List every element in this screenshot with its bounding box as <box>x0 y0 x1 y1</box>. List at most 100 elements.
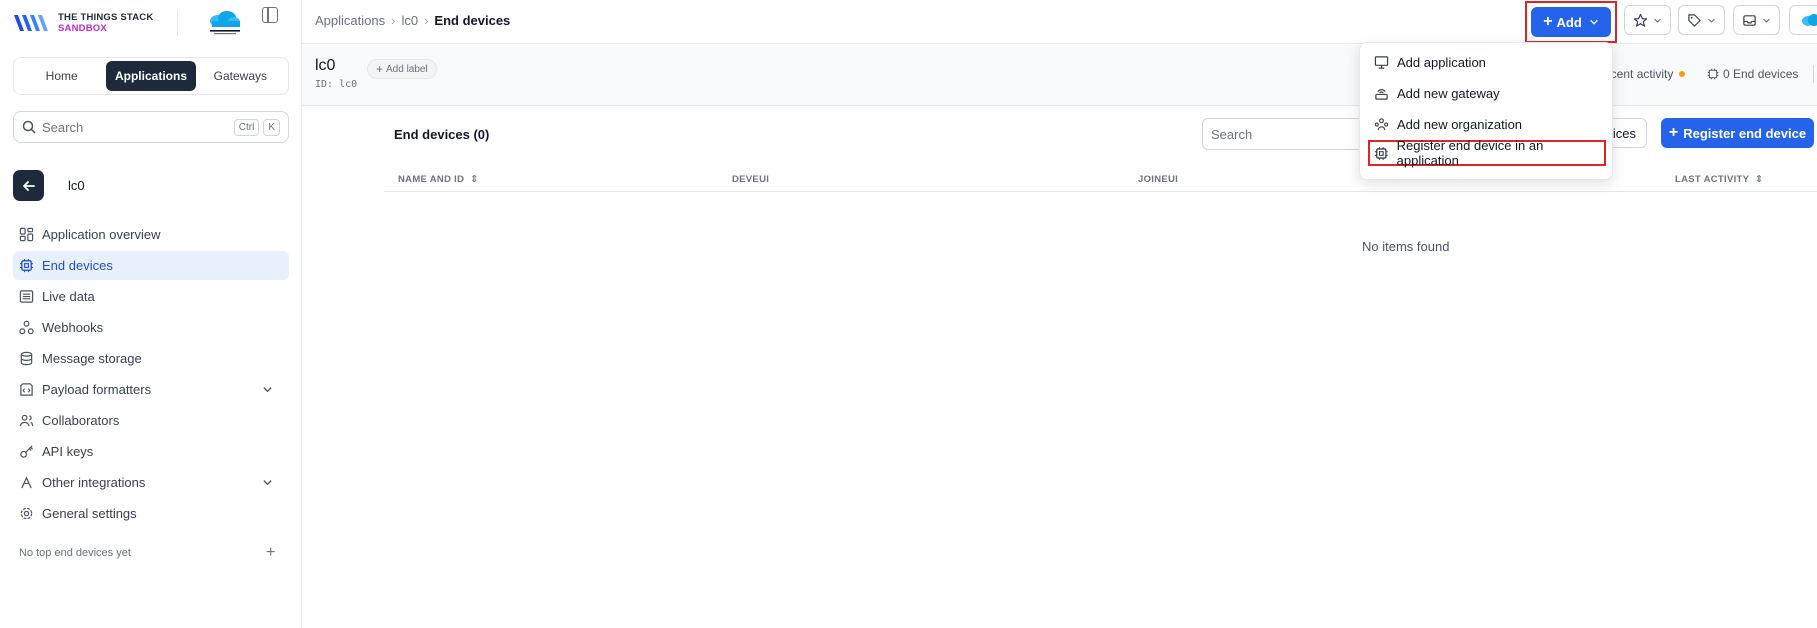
chevron-down-icon <box>1590 19 1598 25</box>
inbox-icon <box>1743 14 1756 26</box>
add-dropdown-menu: Add application Add new gateway Add new … <box>1359 42 1613 180</box>
labels-button[interactable] <box>1678 5 1725 35</box>
top-devices-empty: No top end devices yet <box>19 547 131 559</box>
end-devices-title: End devices (0) <box>394 127 490 142</box>
column-label: JOINEUI <box>1138 174 1179 185</box>
sidebar-nav: Application overview End devices Live da… <box>13 220 289 530</box>
brand-line2: SANDBOX <box>58 23 107 34</box>
chip-icon <box>1374 146 1388 160</box>
things-stack-logo-icon <box>14 15 48 31</box>
sidebar-item-label: General settings <box>42 506 137 521</box>
sidebar-item-label: Live data <box>42 289 95 304</box>
breadcrumb-separator: › <box>391 13 396 28</box>
brand-text: THE THINGS STACK SANDBOX <box>58 12 153 34</box>
sidebar-item-other-integrations[interactable]: Other integrations <box>13 468 289 497</box>
add-label-text: Add label <box>386 63 428 75</box>
sidebar-search-input[interactable] <box>42 119 230 135</box>
section-switcher: Home Applications Gateways <box>13 57 289 95</box>
column-last-activity[interactable]: LAST ACTIVITY ⇕ <box>1675 174 1763 185</box>
sidebar-item-end-devices[interactable]: End devices <box>13 251 289 280</box>
application-title: lc0 <box>315 57 336 74</box>
context-row: lc0 <box>13 170 85 201</box>
sidebar-item-label: Collaborators <box>42 413 120 428</box>
webhook-icon <box>19 320 34 335</box>
tag-icon <box>1688 13 1701 27</box>
menu-item-add-gateway[interactable]: Add new gateway <box>1368 80 1606 106</box>
collapse-sidebar-icon[interactable] <box>262 7 278 23</box>
back-button[interactable] <box>13 170 44 201</box>
recent-activity-label: ecent activity <box>1604 67 1674 81</box>
chevron-down-icon <box>263 387 272 393</box>
register-end-device-label: Register end device <box>1683 125 1807 141</box>
key-icon <box>20 445 34 458</box>
breadcrumb-current: End devices <box>434 13 511 28</box>
search-icon <box>22 120 36 134</box>
breadcrumb-separator: › <box>424 13 429 28</box>
sidebar-item-collaborators[interactable]: Collaborators <box>13 406 289 435</box>
ttn-cloud-logo-icon <box>210 11 240 35</box>
list-icon <box>19 290 34 303</box>
application-icon <box>1374 55 1389 69</box>
sidebar-item-api-keys[interactable]: API keys <box>13 437 289 466</box>
sidebar-item-label: Webhooks <box>42 320 104 335</box>
end-device-count[interactable]: 0 End devices <box>1707 67 1798 81</box>
users-icon <box>19 414 34 427</box>
menu-item-register-end-device[interactable]: Register end device in an application <box>1368 138 1606 168</box>
profile-button[interactable] <box>1789 5 1817 35</box>
logo-divider <box>177 10 178 36</box>
add-button[interactable]: + Add <box>1531 7 1611 37</box>
recent-activity[interactable]: ecent activity <box>1604 67 1686 81</box>
column-label: LAST ACTIVITY <box>1675 174 1750 185</box>
brand-line1: THE THINGS STACK <box>58 12 154 23</box>
breadcrumb-app[interactable]: lc0 <box>401 13 418 28</box>
shortcut-k: K <box>263 118 280 136</box>
sidebar-item-general-settings[interactable]: General settings <box>13 499 289 528</box>
sidebar-item-payload-formatters[interactable]: Payload formatters <box>13 375 289 404</box>
add-top-device-icon[interactable]: + <box>266 544 275 562</box>
inbox-button[interactable] <box>1733 5 1780 35</box>
menu-item-label: Add new organization <box>1397 116 1523 132</box>
sidebar-search[interactable]: Ctrl K <box>13 111 289 143</box>
register-end-device-button[interactable]: + Register end device <box>1661 118 1814 148</box>
sidebar-item-message-storage[interactable]: Message storage <box>13 344 289 373</box>
breadcrumb-applications[interactable]: Applications <box>315 13 385 28</box>
end-device-count-label: 0 End devices <box>1723 67 1799 81</box>
sidebar-item-label: Message storage <box>42 351 142 366</box>
tab-applications[interactable]: Applications <box>106 61 196 91</box>
integration-icon <box>21 476 32 489</box>
arrow-left-icon <box>22 180 35 191</box>
end-devices-search-placeholder: Search <box>1211 126 1253 142</box>
plus-icon: + <box>1543 13 1553 30</box>
sidebar-item-webhooks[interactable]: Webhooks <box>13 313 289 342</box>
sidebar-item-label: Other integrations <box>42 475 146 490</box>
chevron-down-icon <box>1708 18 1715 23</box>
menu-item-label: Add new gateway <box>1397 85 1500 101</box>
breadcrumb: Applications › lc0 › End devices <box>315 13 510 28</box>
add-label-button[interactable]: + Add label <box>367 59 437 79</box>
brand: THE THINGS STACK SANDBOX <box>12 8 292 38</box>
code-icon <box>20 383 33 396</box>
column-deveui: DEVEUI <box>732 174 769 185</box>
gear-icon <box>20 507 33 520</box>
bookmarks-button[interactable] <box>1624 5 1671 35</box>
header-divider <box>1813 65 1814 83</box>
tab-gateways[interactable]: Gateways <box>196 61 285 91</box>
menu-item-add-organization[interactable]: Add new organization <box>1368 111 1606 137</box>
add-button-label: Add <box>1556 14 1582 30</box>
sidebar-item-application-overview[interactable]: Application overview <box>13 220 289 249</box>
plus-icon: + <box>376 62 384 76</box>
plus-icon: + <box>1668 124 1679 141</box>
chevron-down-icon <box>1763 18 1770 23</box>
column-name-and-id[interactable]: NAME AND ID ⇕ <box>398 174 479 185</box>
organization-icon <box>1374 117 1389 130</box>
menu-item-label: Register end device in an application <box>1396 138 1544 168</box>
tab-home[interactable]: Home <box>17 61 106 91</box>
grid-icon <box>19 227 34 242</box>
column-joineui: JOINEUI <box>1138 174 1178 185</box>
header: Applications › lc0 › End devices + Add <box>302 0 1817 44</box>
sidebar: THE THINGS STACK SANDBOX Home Applicatio… <box>0 0 302 628</box>
menu-item-add-application[interactable]: Add application <box>1368 49 1606 75</box>
add-button-highlight: + Add <box>1525 1 1617 43</box>
cloud-avatar-icon <box>1801 14 1817 26</box>
sidebar-item-live-data[interactable]: Live data <box>13 282 289 311</box>
